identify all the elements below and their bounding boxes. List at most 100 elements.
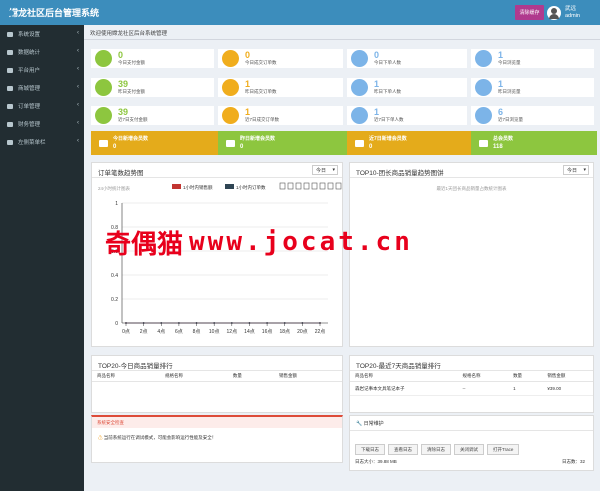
data-point xyxy=(142,322,145,324)
users-icon xyxy=(479,139,488,147)
toolbox-icon[interactable] xyxy=(295,182,302,190)
member-label: 总会员数 xyxy=(493,135,514,142)
stat-value: 0 xyxy=(245,49,251,60)
stat-icon xyxy=(95,50,112,67)
member-label: 昨日新增会员数 xyxy=(240,135,276,142)
top20-today-table: 商品名称 规格名称 数量 销售金额 xyxy=(92,371,342,382)
sidebar-item[interactable]: 商城管理 ‹ xyxy=(0,79,84,97)
maintenance-button[interactable]: 关闭调试 xyxy=(454,444,484,455)
stat-value: 1 xyxy=(245,78,251,89)
stat-box: 1 近7日成交订单数 xyxy=(218,106,343,125)
user-role: admin xyxy=(565,12,580,19)
sidebar-item[interactable]: 订单管理 ‹ xyxy=(0,97,84,115)
top20-today-panel: TOP20-今日商品销量排行 商品名称 规格名称 数量 销售金额 xyxy=(91,355,343,413)
cell-spec: -- xyxy=(457,381,509,396)
users-icon xyxy=(99,139,108,147)
stat-box: 1 昨日浏览量 xyxy=(471,78,594,97)
x-tick-label: 14点 xyxy=(244,329,255,335)
data-point xyxy=(213,322,216,324)
user-menu[interactable]: 武远 admin xyxy=(547,2,600,23)
toolbox-icon[interactable] xyxy=(335,182,342,190)
stat-value: 39 xyxy=(118,106,129,117)
chevron-left-icon: ‹ xyxy=(77,84,79,90)
menu-icon xyxy=(7,121,13,127)
stat-box: 0 今日支付金额 xyxy=(91,49,214,68)
menu-icon xyxy=(7,139,13,145)
data-point xyxy=(195,322,198,324)
app-brand[interactable]: 嫦龙社区后台管理系统 xyxy=(0,0,99,25)
clear-cache-button[interactable]: 清除缓存 xyxy=(515,5,544,20)
chevron-left-icon: ‹ xyxy=(77,120,79,126)
data-point xyxy=(160,322,163,324)
legend-swatch xyxy=(225,184,234,189)
maintenance-button[interactable]: 清除日志 xyxy=(421,444,451,455)
data-point xyxy=(230,322,233,324)
stat-box: 39 昨日支付金额 xyxy=(91,78,214,97)
member-label: 今日新增会员数 xyxy=(113,135,149,142)
stat-label: 近7日支付金额 xyxy=(118,116,148,122)
stat-icon xyxy=(475,79,492,96)
top10-subtitle: 最近1天团长商品销量占数统计图表 xyxy=(436,186,507,191)
order-chart-period-select[interactable]: 今日 xyxy=(312,165,338,175)
y-tick-label: 0.2 xyxy=(111,297,118,303)
top20-week-table: 商品名称 规格名称 数量 销售金额 森岩记事本文具笔记本子 -- 1 ¥39.00 xyxy=(350,371,593,396)
top20-today-title: TOP20-今日商品销量排行 xyxy=(92,356,342,371)
stat-box: 0 今日下单人数 xyxy=(347,49,467,68)
menu-icon xyxy=(7,103,13,109)
data-point xyxy=(283,322,286,324)
sidebar-item[interactable]: 数据统计 ‹ xyxy=(0,43,84,61)
x-tick-label: 8点 xyxy=(193,329,201,335)
toolbox-icon[interactable] xyxy=(319,182,326,190)
member-value: 118 xyxy=(493,143,503,150)
order-chart: 24小时统计图表 1小时内销售额 1小时内订单数00.20.40.60.810点 2点… xyxy=(98,182,342,335)
maintenance-panel: 🔧 日常维护 下载日志 查看日志 清除日志 关闭调试 打开Trace 日志大小：39.8… xyxy=(349,415,594,471)
column-header: 商品名称 xyxy=(350,371,458,382)
sidebar-item[interactable]: 系统设置 ‹ xyxy=(0,25,84,43)
maintenance-button[interactable]: 查看日志 xyxy=(388,444,418,455)
stat-icon xyxy=(95,107,112,124)
user-name: 武远 xyxy=(565,5,577,12)
data-point xyxy=(301,322,304,324)
stat-box: 1 近7日下单人数 xyxy=(347,106,467,125)
stat-box: 0 今日成交订单数 xyxy=(218,49,343,68)
column-header: 销售金额 xyxy=(274,371,342,382)
toolbox-icon[interactable] xyxy=(327,182,334,190)
member-value: 0 xyxy=(113,143,117,150)
log-count: 日志数：32 xyxy=(561,459,585,464)
menu-icon xyxy=(7,67,13,73)
top10-title: TOP10-团长商品销量趋势图饼 xyxy=(356,170,444,177)
y-tick-label: 0.4 xyxy=(111,273,118,279)
app-title: 嫦龙社区后台管理系统 xyxy=(9,8,100,18)
menu-icon xyxy=(7,49,13,55)
toolbox-icon[interactable] xyxy=(311,182,318,190)
x-tick-label: 6点 xyxy=(175,329,183,335)
toolbox-icon[interactable] xyxy=(287,182,294,190)
stat-value: 0 xyxy=(118,49,124,60)
stat-label: 今日下单人数 xyxy=(374,59,401,65)
x-tick-label: 16点 xyxy=(262,329,273,335)
top10-period-select[interactable]: 今日 xyxy=(563,165,589,175)
users-icon xyxy=(355,139,364,147)
table-row[interactable]: 森岩记事本文具笔记本子 -- 1 ¥39.00 xyxy=(350,381,593,396)
watermark-cn: 奇偶猫 xyxy=(105,229,184,260)
stat-label: 近7日下单人数 xyxy=(374,116,404,122)
member-box: 昨日新增会员数 0 xyxy=(218,131,347,155)
column-header: 数量 xyxy=(227,371,275,382)
sidebar-item[interactable]: 左侧菜单栏 ‹ xyxy=(0,133,84,151)
column-header: 销售金额 xyxy=(542,371,593,382)
stat-label: 近7日成交订单数 xyxy=(245,116,280,122)
sidebar-item[interactable]: 财务管理 ‹ xyxy=(0,115,84,133)
maintenance-button[interactable]: 下载日志 xyxy=(355,444,385,455)
breadcrumb: 欢迎使用嫦龙社区后台系统管理 xyxy=(84,25,600,40)
x-tick-label: 2点 xyxy=(140,329,148,335)
main-content: 0 今日支付金额 0 今日成交订单数 0 今日下单人数 1 今日浏览量 39 昨日支付金额 1 昨日成… xyxy=(84,40,600,491)
toolbox-icon[interactable] xyxy=(279,182,286,190)
stat-value: 1 xyxy=(374,106,380,117)
cell-qty: 1 xyxy=(508,381,543,396)
sidebar-item[interactable]: 平台用户 ‹ xyxy=(0,61,84,79)
toolbox-icon[interactable] xyxy=(303,182,310,190)
data-point xyxy=(178,322,180,324)
maintenance-button[interactable]: 打开Trace xyxy=(487,444,520,455)
watermark: 奇偶猫 www.jocat.cn xyxy=(105,222,500,262)
data-point xyxy=(248,322,251,324)
